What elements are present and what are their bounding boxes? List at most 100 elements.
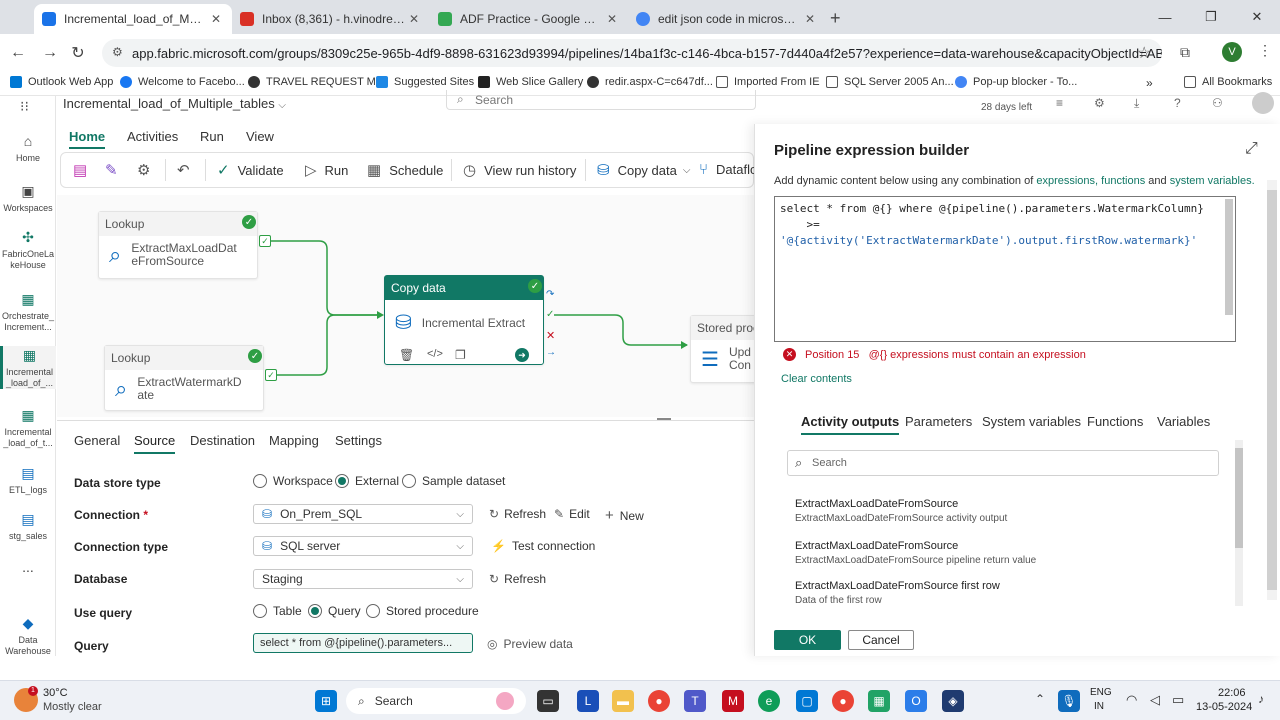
browser-tab[interactable]: Inbox (8,361) - h.vinodreddy99 ✕	[232, 4, 430, 34]
cancel-button[interactable]: Cancel	[848, 630, 914, 650]
list-item[interactable]: ExtractMaxLoadDateFromSource first row D…	[795, 580, 1000, 606]
teams-icon[interactable]: T	[684, 690, 706, 712]
new-tab-icon[interactable]: +	[830, 8, 841, 29]
all-bookmarks[interactable]: All Bookmarks	[1184, 76, 1272, 88]
rail-more[interactable]: ...	[0, 560, 56, 574]
clear-contents-link[interactable]: Clear contents	[781, 373, 852, 385]
resize-handle[interactable]	[657, 418, 671, 420]
close-tab-icon[interactable]: ✕	[604, 12, 620, 26]
copy-icon[interactable]: ❐	[455, 348, 466, 362]
forward-icon[interactable]: →	[38, 42, 62, 64]
edge-icon[interactable]: e	[758, 690, 780, 712]
scrollbar-thumb[interactable]	[1235, 448, 1243, 548]
language-code[interactable]: ENG	[1090, 687, 1112, 698]
app-launcher-icon[interactable]: ⁝⁝	[20, 98, 29, 115]
save-icon[interactable]: ▤	[73, 161, 95, 179]
refresh-connection-button[interactable]: ↻ Refresh	[489, 507, 546, 521]
arrow-right-icon[interactable]: ➜	[515, 348, 529, 362]
scrollbar-thumb[interactable]	[1267, 190, 1277, 590]
on-completion-port-icon[interactable]: →	[546, 347, 556, 358]
tab-mapping[interactable]: Mapping	[269, 433, 319, 448]
tab-general[interactable]: General	[74, 433, 120, 448]
clock-time[interactable]: 22:06	[1218, 687, 1246, 699]
wifi-icon[interactable]: ◠	[1126, 692, 1137, 708]
settings-icon[interactable]: ⚙	[1094, 96, 1105, 110]
radio-table[interactable]: Table	[253, 604, 302, 618]
tab-home[interactable]: Home	[69, 129, 106, 149]
more-bookmarks-icon[interactable]: »	[1146, 76, 1153, 90]
tab-activity-outputs[interactable]: Activity outputs	[801, 414, 900, 435]
radio-sample-dataset[interactable]: Sample dataset	[402, 474, 505, 488]
help-icon[interactable]: ?	[1174, 96, 1181, 110]
connection-dropdown[interactable]: ⛁ On_Prem_SQL ⌵	[253, 504, 473, 524]
browser-tab[interactable]: edit json code in microsoft fabr ✕	[628, 4, 826, 34]
copy-data-button[interactable]: ⛁ Copy data ⌵	[597, 161, 690, 179]
stored-procedure-activity-node[interactable]: Stored proc ☰ Upd Con	[690, 315, 754, 383]
pipeline-canvas[interactable]: Lookup ⌕ ExtractMaxLoadDat eFromSource ✓ …	[57, 195, 754, 417]
rail-item-data-warehouse[interactable]: ◆ Data Warehouse	[0, 614, 56, 657]
expressions-link[interactable]: expressions,	[1036, 175, 1098, 187]
close-tab-icon[interactable]: ✕	[406, 12, 422, 26]
database-dropdown[interactable]: Staging ⌵	[253, 569, 473, 589]
connection-type-dropdown[interactable]: ⛁ SQL server ⌵	[253, 536, 473, 556]
rail-item-home[interactable]: ⌂ Home	[0, 132, 56, 164]
bookmark-item[interactable]: Imported From IE	[716, 76, 820, 88]
bookmark-item[interactable]: Suggested Sites	[376, 76, 474, 88]
delete-icon[interactable]: 🗑	[399, 348, 414, 362]
chrome-icon[interactable]: ●	[832, 690, 854, 712]
vscode-icon[interactable]: ◈	[942, 690, 964, 712]
new-connection-button[interactable]: + New	[605, 507, 644, 524]
schedule-button[interactable]: ▦ Schedule	[367, 161, 443, 179]
tab-source[interactable]: Source	[134, 433, 176, 454]
rail-item-workspaces[interactable]: ▣ Workspaces	[0, 182, 56, 214]
site-info-icon[interactable]: ⚙	[112, 45, 123, 59]
bookmark-item[interactable]: Pop-up blocker - To...	[955, 76, 1077, 88]
bookmark-star-icon[interactable]: ☆	[1137, 43, 1151, 63]
mcafee-icon[interactable]: M	[722, 690, 744, 712]
bookmark-item[interactable]: SQL Server 2005 An...	[826, 76, 954, 88]
close-window-icon[interactable]: ✕	[1234, 0, 1280, 34]
on-success-port-icon[interactable]: ✓	[259, 235, 271, 247]
bookmark-item[interactable]: redir.aspx-C=c647df...	[587, 76, 713, 88]
refresh-database-button[interactable]: ↻ Refresh	[489, 572, 546, 586]
view-run-history-button[interactable]: ◷ View run history	[463, 161, 576, 179]
tab-parameters[interactable]: Parameters	[905, 414, 972, 429]
tab-system-variables[interactable]: System variables	[982, 414, 1081, 429]
editor-scrollbar[interactable]	[1225, 199, 1233, 315]
taskbar-search[interactable]: ⌕ Search	[346, 688, 526, 714]
outlook-icon[interactable]: O	[905, 690, 927, 712]
copy-data-activity-node[interactable]: Copy data ⛁ Incremental Extract 🗑 </> ❐ ➜	[384, 275, 544, 365]
bookmark-item[interactable]: Welcome to Facebo...	[120, 76, 245, 88]
tab-destination[interactable]: Destination	[190, 433, 255, 448]
user-avatar[interactable]	[1252, 92, 1274, 114]
edit-connection-button[interactable]: ✎ Edit	[554, 507, 590, 521]
lync-icon[interactable]: L	[577, 690, 599, 712]
share-icon[interactable]: ⚇	[1212, 96, 1223, 110]
outputs-search-input[interactable]: ⌕ Search	[787, 450, 1219, 476]
download-icon[interactable]: ⤓	[1134, 96, 1139, 111]
validate-button[interactable]: ✓ Validate	[217, 161, 284, 179]
battery-icon[interactable]: ▭	[1172, 692, 1184, 708]
functions-link[interactable]: functions	[1101, 175, 1145, 187]
tab-settings[interactable]: Settings	[335, 433, 382, 448]
radio-query[interactable]: Query	[308, 604, 361, 618]
settings-gear-icon[interactable]: ⚙	[137, 161, 158, 179]
test-connection-button[interactable]: ⚡ Test connection	[491, 539, 595, 553]
dataflow-button[interactable]: ⑂ Dataflo	[699, 161, 757, 178]
on-success-port-icon[interactable]: ✓	[546, 309, 554, 320]
edit-icon[interactable]: ✎	[105, 161, 126, 179]
preview-data-button[interactable]: ◎ Preview data	[487, 637, 573, 651]
tab-activities[interactable]: Activities	[127, 129, 178, 144]
browser-tab[interactable]: Incremental_load_of_Multiple_t ✕	[34, 4, 232, 34]
notifications-icon[interactable]: ≡	[1056, 96, 1063, 110]
rail-item-incremental-active[interactable]: ▦ Incremental _load_of_...	[0, 346, 56, 389]
expand-icon[interactable]: ⤢	[1245, 140, 1258, 158]
lookup-activity-node[interactable]: Lookup ⌕ ExtractWatermarkD ate	[104, 345, 264, 411]
list-item[interactable]: ExtractMaxLoadDateFromSource ExtractMaxL…	[795, 498, 1007, 524]
calculator-icon[interactable]: ▦	[868, 690, 890, 712]
rail-item-lakehouse[interactable]: ✣ FabricOneLa keHouse	[0, 228, 56, 271]
tab-view[interactable]: View	[246, 129, 274, 144]
microphone-icon[interactable]: 🎙	[1058, 690, 1080, 712]
tab-run[interactable]: Run	[200, 129, 224, 144]
profile-avatar[interactable]: V	[1222, 42, 1242, 62]
